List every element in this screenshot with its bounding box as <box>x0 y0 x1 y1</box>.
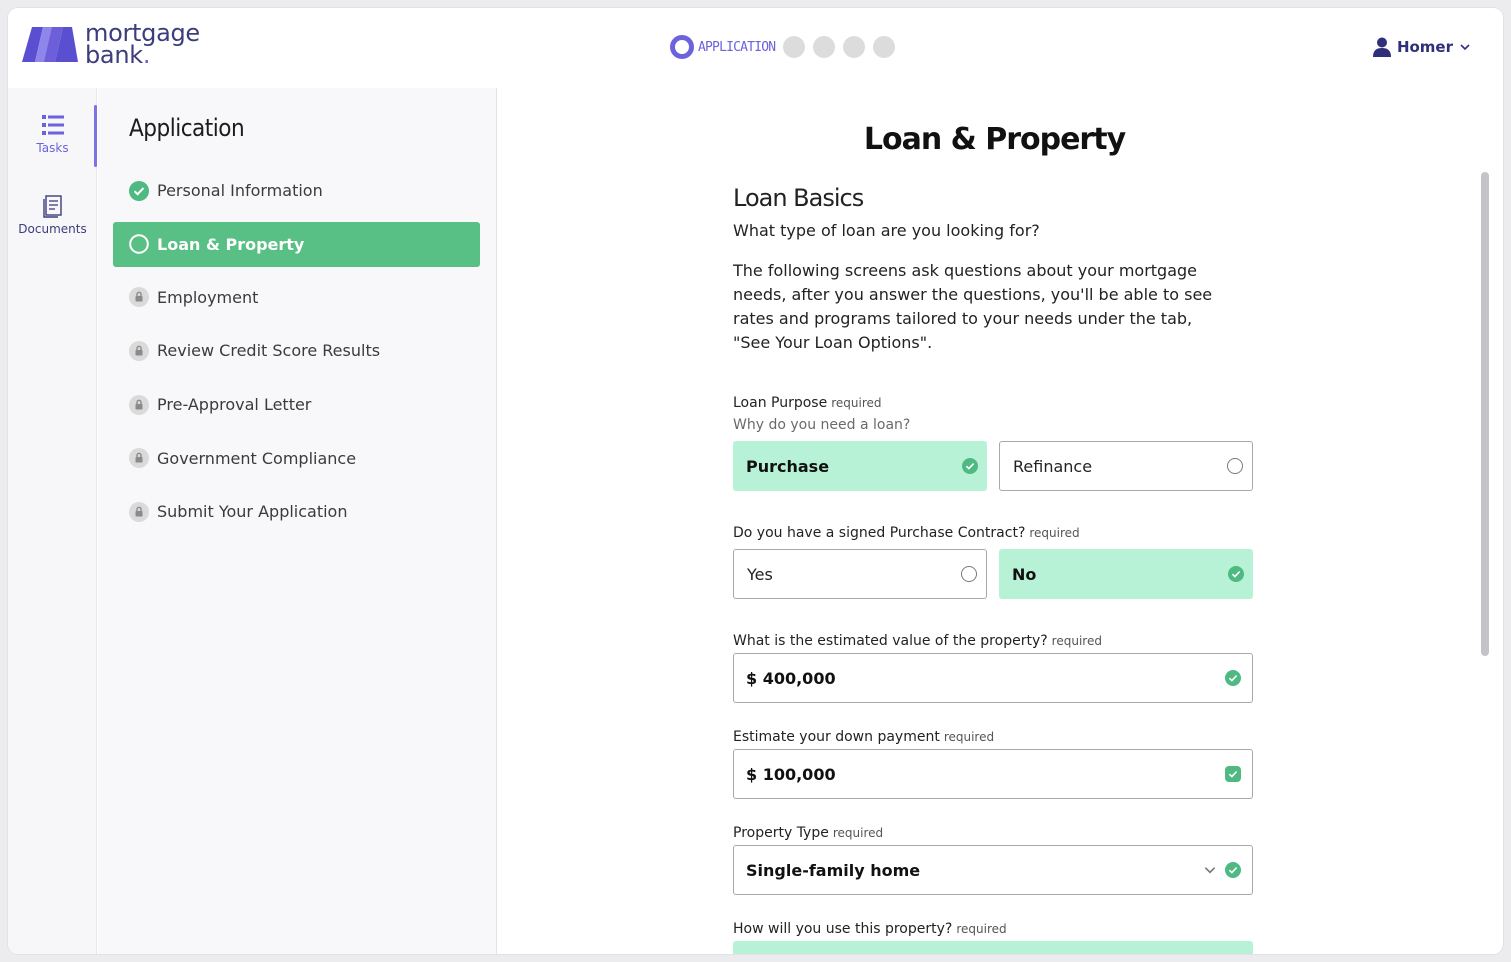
check-circle-icon <box>129 180 149 201</box>
down-payment-label: Estimate your down payment required <box>733 729 994 745</box>
required-tag: required <box>831 396 882 410</box>
check-circle-icon <box>962 458 978 474</box>
progress-step-4 <box>843 36 866 58</box>
progress-step-3 <box>813 36 836 58</box>
rail-item-tasks[interactable]: Tasks <box>8 113 97 155</box>
loan-purpose-hint: Why do you need a loan? <box>733 417 911 433</box>
down-payment-text: $ 100,000 <box>746 764 836 784</box>
option-yes-label: Yes <box>747 564 773 584</box>
property-type-label-text: Property Type <box>733 825 829 841</box>
option-refinance-label: Refinance <box>1013 456 1093 476</box>
user-icon <box>1372 37 1391 57</box>
main-content: Loan & Property Loan Basics What type of… <box>498 88 1491 954</box>
rail-documents-label: Documents <box>18 222 87 236</box>
option-no-label: No <box>1012 564 1037 584</box>
sidebar-item-label: Submit Your Application <box>157 502 348 522</box>
sidebar-item-pre-approval-letter[interactable]: Pre-Approval Letter <box>113 378 480 432</box>
documents-icon <box>42 195 62 218</box>
sidebar-item-personal-information[interactable]: Personal Information <box>113 164 480 218</box>
required-tag: required <box>1051 634 1102 648</box>
sidebar-item-submit-application[interactable]: Submit Your Application <box>113 485 480 539</box>
lock-icon <box>129 448 149 469</box>
top-header: mortgage bank. APPLICATION Homer <box>8 8 1503 88</box>
chevron-down-icon <box>1460 44 1470 51</box>
option-purchase-label: Purchase <box>746 456 830 476</box>
tasks-icon <box>41 115 64 135</box>
brand-logo[interactable]: mortgage bank. <box>22 21 200 69</box>
brand-dot: . <box>142 41 151 69</box>
lock-icon <box>129 501 149 522</box>
option-no[interactable]: No <box>999 549 1253 599</box>
check-circle-icon <box>1225 862 1241 878</box>
sidebar-item-employment[interactable]: Employment <box>113 271 480 325</box>
brand-wordmark: mortgage bank. <box>85 21 200 69</box>
property-value-label-text: What is the estimated value of the prope… <box>733 633 1048 649</box>
sidebar-item-label: Employment <box>157 287 259 307</box>
check-circle-icon <box>1225 670 1241 686</box>
sidebar-item-government-compliance[interactable]: Government Compliance <box>113 431 480 485</box>
contract-question-label: Do you have a signed Purchase Contract? r… <box>733 525 1080 541</box>
sidebar-item-label: Loan & Property <box>157 234 305 254</box>
loan-purpose-label: Loan Purpose required <box>733 395 882 411</box>
property-value-text: $ 400,000 <box>746 668 836 688</box>
page-title: Loan & Property <box>863 122 1126 157</box>
property-value-label: What is the estimated value of the prope… <box>733 633 1102 649</box>
option-refinance[interactable]: Refinance <box>999 441 1253 491</box>
radio-empty-icon <box>1227 458 1243 474</box>
empty-circle-icon <box>129 234 149 254</box>
progress-stepper: APPLICATION <box>670 35 903 59</box>
sidebar-title: Application <box>129 114 245 142</box>
required-tag: required <box>956 922 1007 936</box>
application-sidebar: Application Personal Information Loan & … <box>98 88 497 954</box>
sidebar-item-label: Government Compliance <box>157 448 357 468</box>
sidebar-item-review-credit-score[interactable]: Review Credit Score Results <box>113 324 480 378</box>
required-tag: required <box>832 826 884 840</box>
property-value-input[interactable]: $ 400,000 <box>733 653 1253 703</box>
progress-step-2 <box>783 36 806 58</box>
intro-paragraph: The following screens ask questions abou… <box>733 261 1213 352</box>
down-payment-label-text: Estimate your down payment <box>733 729 940 745</box>
brand-line-2: bank. <box>85 41 200 69</box>
main-scrollbar[interactable] <box>1481 172 1489 656</box>
rail-tasks-label: Tasks <box>36 141 69 155</box>
logo-mark-icon <box>22 27 78 62</box>
progress-step-5 <box>873 36 896 58</box>
progress-step-label: APPLICATION <box>698 39 776 55</box>
required-tag: required <box>1029 526 1080 540</box>
chevron-down-icon <box>1204 867 1216 874</box>
usage-question-text: How will you use this property? <box>733 921 953 937</box>
option-purchase[interactable]: Purchase <box>733 441 987 491</box>
lock-icon <box>129 287 149 308</box>
section-subtitle: What type of loan are you looking for? <box>733 221 1040 240</box>
option-yes[interactable]: Yes <box>733 549 987 599</box>
loan-purpose-label-text: Loan Purpose <box>733 395 828 411</box>
property-type-value: Single-family home <box>746 860 921 880</box>
check-circle-icon <box>1228 566 1244 582</box>
contract-question-text: Do you have a signed Purchase Contract? <box>733 525 1026 541</box>
left-rail: Tasks Documents <box>8 88 97 954</box>
usage-option-selected[interactable] <box>733 941 1253 954</box>
sidebar-item-label: Review Credit Score Results <box>157 341 381 361</box>
lock-icon <box>129 340 149 361</box>
down-payment-input[interactable]: $ 100,000 <box>733 749 1253 799</box>
user-name: Homer <box>1396 38 1453 56</box>
usage-question-label: How will you use this property? required <box>733 921 1007 937</box>
property-type-select[interactable]: Single-family home <box>733 845 1253 895</box>
app-window: mortgage bank. APPLICATION Homer Tasks D… <box>8 8 1503 954</box>
section-title: Loan Basics <box>733 184 864 212</box>
check-badge-icon <box>1225 766 1241 782</box>
brand-line-2-text: bank <box>85 41 143 69</box>
sidebar-item-loan-property[interactable]: Loan & Property <box>113 221 480 267</box>
sidebar-item-label: Personal Information <box>157 181 323 201</box>
radio-empty-icon <box>961 566 977 582</box>
sidebar-nav: Personal Information Loan & Property Emp… <box>113 164 480 539</box>
required-tag: required <box>943 730 995 744</box>
property-type-label: Property Type required <box>733 825 883 841</box>
sidebar-item-label: Pre-Approval Letter <box>157 395 312 415</box>
progress-step-active[interactable] <box>670 35 694 59</box>
property-type-icons <box>1203 862 1241 878</box>
lock-icon <box>129 394 149 415</box>
rail-item-documents[interactable]: Documents <box>8 194 97 236</box>
user-menu[interactable]: Homer <box>1372 37 1471 57</box>
